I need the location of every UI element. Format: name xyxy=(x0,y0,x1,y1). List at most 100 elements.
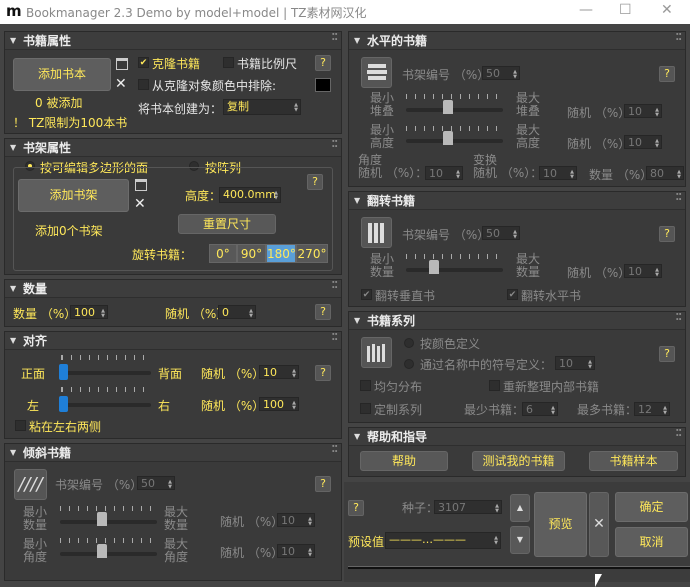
flip-shelf-num-spinner[interactable]: 50 xyxy=(482,226,520,240)
down-arrow-button[interactable]: ▼ xyxy=(510,526,530,554)
shelf-properties-header[interactable]: 书架属性⁚⁚ xyxy=(5,139,341,157)
book-properties-header[interactable]: 书籍属性⁚⁚ xyxy=(5,32,341,50)
horizontal-books-icon xyxy=(361,57,392,88)
h-min-stack-label: 最小 堆叠 xyxy=(370,91,395,118)
add-shelf-button[interactable]: 添加书架 xyxy=(18,179,129,212)
help-button[interactable]: ? xyxy=(659,226,675,242)
h-swap-random-spinner[interactable]: 10 xyxy=(539,166,577,180)
window-icon[interactable] xyxy=(135,179,147,191)
stick-sides-checkbox[interactable] xyxy=(15,420,26,431)
help-button[interactable]: ? xyxy=(315,304,331,320)
seed-spinner[interactable]: 3107 xyxy=(434,500,502,514)
add-book-button[interactable]: 添加书本 xyxy=(13,58,111,91)
tilt-qty-slider[interactable] xyxy=(60,520,157,524)
help-button[interactable]: ? xyxy=(307,174,323,190)
maximize-button[interactable]: ☐ xyxy=(619,2,632,18)
tilt-angle-slider-knob[interactable] xyxy=(97,544,107,558)
tilt-shelf-num-spinner[interactable]: 50 xyxy=(137,476,175,490)
tilt-qty-slider-knob[interactable] xyxy=(97,512,107,526)
h-height-slider[interactable] xyxy=(406,139,503,143)
create-as-dropdown[interactable]: 复制 xyxy=(223,99,301,115)
minimize-button[interactable]: — xyxy=(579,2,593,18)
help-button[interactable]: ? xyxy=(659,66,675,82)
color-swatch[interactable] xyxy=(315,78,331,92)
angle-180-button[interactable]: 180° xyxy=(266,244,296,263)
even-distribution-checkbox[interactable] xyxy=(360,380,371,391)
clear-icon[interactable]: ✕ xyxy=(134,196,146,212)
help-button[interactable]: ? xyxy=(659,346,675,362)
h-angle-random-spinner[interactable]: 10 xyxy=(425,166,463,180)
min-books-label: 最少书籍： xyxy=(464,403,525,417)
radio-by-color-label: 按颜色定义 xyxy=(420,337,481,351)
flip-random-spinner[interactable]: 10 xyxy=(624,264,662,278)
radio-by-color[interactable] xyxy=(404,338,414,348)
align-header[interactable]: 对齐⁚⁚ xyxy=(5,332,341,350)
radio-by-symbol[interactable] xyxy=(404,359,414,369)
tilt-angle-slider[interactable] xyxy=(60,552,157,556)
h-quantity-spinner[interactable]: 80 xyxy=(646,166,684,180)
cancel-button[interactable]: 取消 xyxy=(615,527,688,557)
exclude-color-checkbox[interactable] xyxy=(138,79,149,90)
height-spinner[interactable]: 400.0mm xyxy=(219,187,281,203)
help-button[interactable]: ? xyxy=(315,55,331,71)
create-as-label: 将书本创建为： xyxy=(138,102,223,116)
clone-books-checkbox[interactable]: ✔ xyxy=(138,57,149,68)
h-stack-slider-knob[interactable] xyxy=(443,100,453,114)
left-right-slider-knob[interactable] xyxy=(59,396,68,412)
h-stack-ticks xyxy=(406,94,503,99)
book-scale-checkbox[interactable] xyxy=(223,57,234,68)
book-samples-button[interactable]: 书籍样本 xyxy=(589,451,678,471)
close-preview-button[interactable]: ✕ xyxy=(589,492,609,557)
front-back-slider[interactable] xyxy=(61,371,151,375)
tilt-random2-spinner[interactable]: 10 xyxy=(277,544,315,558)
flip-horizontal-checkbox[interactable]: ✔ xyxy=(507,289,518,300)
preset-dropdown[interactable]: ———…——— xyxy=(385,532,501,549)
align-random1-spinner[interactable]: 10 xyxy=(259,365,299,379)
quantity-spinner[interactable]: 100 xyxy=(70,305,108,319)
clear-icon[interactable]: ✕ xyxy=(115,76,127,92)
align-random2-spinner[interactable]: 100 xyxy=(259,397,299,411)
tilt-max-qty-label: 最大 数量 xyxy=(164,505,189,532)
help-guide-header[interactable]: 帮助和指导⁚⁚ xyxy=(349,428,685,446)
tilt-random1-spinner[interactable]: 10 xyxy=(277,513,315,527)
left-right-slider[interactable] xyxy=(61,403,151,407)
reset-size-button[interactable]: 重置尺寸 xyxy=(178,214,276,234)
close-button[interactable]: ✕ xyxy=(661,2,673,18)
flip-vertical-checkbox[interactable]: ✔ xyxy=(361,289,372,300)
front-back-slider-knob[interactable] xyxy=(59,364,68,380)
custom-series-checkbox[interactable] xyxy=(360,403,371,414)
horizontal-books-header[interactable]: 水平的书籍⁚⁚ xyxy=(349,32,685,50)
tilt-random2-value: 10 xyxy=(281,545,295,558)
angle-0-button[interactable]: 0° xyxy=(209,244,237,263)
h-stack-slider[interactable] xyxy=(406,108,503,112)
help-button[interactable]: ? xyxy=(315,476,331,492)
quantity-header[interactable]: 数量⁚⁚ xyxy=(5,280,341,298)
ok-button[interactable]: 确定 xyxy=(615,492,688,522)
h-quantity-value: 80 xyxy=(650,167,664,180)
symbol-value: 10 xyxy=(559,357,573,370)
up-arrow-button[interactable]: ▲ xyxy=(510,494,530,522)
quantity-random-spinner[interactable]: 0 xyxy=(218,305,256,319)
angle-90-button[interactable]: 90° xyxy=(237,244,266,263)
h-random1-spinner[interactable]: 10 xyxy=(624,104,662,118)
book-series-header[interactable]: 书籍系列⁚⁚ xyxy=(349,312,685,330)
help-button[interactable]: ? xyxy=(315,365,331,381)
flip-qty-slider[interactable] xyxy=(406,268,503,272)
min-books-spinner[interactable]: 6 xyxy=(522,402,558,416)
tilt-books-header[interactable]: 倾斜书籍⁚⁚ xyxy=(5,444,341,462)
h-height-slider-knob[interactable] xyxy=(443,131,453,145)
test-books-button[interactable]: 测试我的书籍 xyxy=(472,451,565,471)
app-logo: m xyxy=(6,2,22,20)
flip-qty-slider-knob[interactable] xyxy=(429,260,439,274)
window-icon[interactable] xyxy=(116,58,128,70)
flip-books-header[interactable]: 翻转书籍⁚⁚ xyxy=(349,192,685,210)
max-books-spinner[interactable]: 12 xyxy=(634,402,670,416)
help-link-button[interactable]: 帮助 xyxy=(360,451,448,471)
symbol-spinner[interactable]: 10 xyxy=(555,356,595,370)
preview-button[interactable]: 预览 xyxy=(534,492,587,557)
h-shelf-num-spinner[interactable]: 50 xyxy=(482,66,520,80)
angle-270-button[interactable]: 270° xyxy=(296,244,328,263)
bottom-help-button[interactable]: ? xyxy=(348,500,364,516)
h-random2-spinner[interactable]: 10 xyxy=(624,135,662,149)
reorganize-checkbox[interactable] xyxy=(489,380,500,391)
